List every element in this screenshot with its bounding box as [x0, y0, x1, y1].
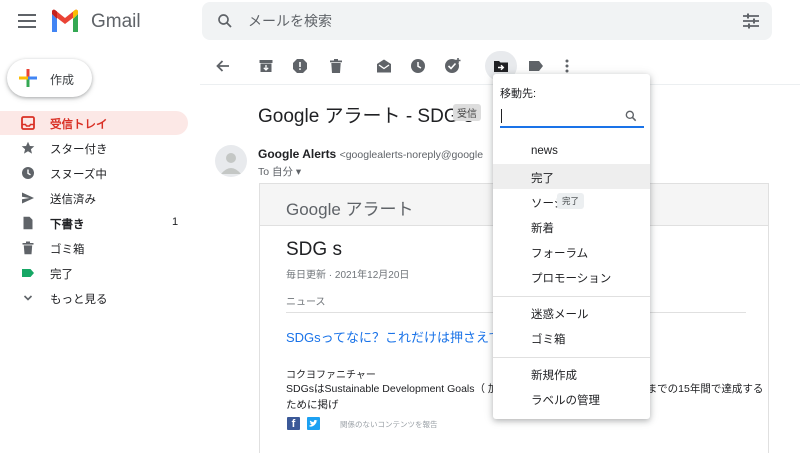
move-to-menu: 移動先: news 完了 ソーシ 新着 フォーラム プロモーション 迷惑メール …: [493, 74, 650, 419]
menu-item-create-new[interactable]: 新規作成: [493, 361, 650, 386]
email-subject: Google アラート - SDG s: [258, 106, 474, 127]
sidebar-item-label: ゴミ箱: [50, 244, 85, 256]
tooltip: 完了: [557, 193, 585, 209]
delete-icon[interactable]: [326, 56, 346, 76]
menu-item-news[interactable]: news: [493, 139, 650, 164]
add-task-icon[interactable]: [443, 56, 463, 76]
menu-item-label: 完了: [531, 173, 554, 185]
menu-item-promotions[interactable]: プロモーション: [493, 264, 650, 289]
menu-item-manage-labels[interactable]: ラベルの管理: [493, 386, 650, 411]
alert-title: SDG s: [286, 239, 342, 260]
menu-item-spam[interactable]: 迷惑メール: [493, 300, 650, 325]
sidebar-item-label: 受信トレイ: [50, 119, 108, 131]
sidebar-item-label: 下書き: [50, 219, 85, 231]
menu-icon[interactable]: [18, 14, 36, 28]
sender-line: Google Alerts <googlealerts-noreply@goog…: [258, 147, 483, 161]
more-vert-icon[interactable]: [557, 56, 577, 76]
draft-count: 1: [172, 216, 179, 228]
search-icon[interactable]: [624, 109, 638, 123]
sender-name[interactable]: Google Alerts: [258, 147, 336, 161]
gmail-logo[interactable]: [50, 8, 80, 34]
menu-item-label: プロモーション: [531, 273, 612, 285]
sidebar-item-label: スター付き: [50, 144, 108, 156]
facebook-share-icon[interactable]: f: [287, 417, 300, 430]
label-icon[interactable]: [526, 56, 546, 76]
menu-divider: [493, 296, 650, 297]
send-icon: [22, 192, 34, 204]
inbox-icon: [21, 116, 35, 130]
twitter-share-icon[interactable]: [307, 417, 320, 430]
menu-title: 移動先:: [500, 88, 537, 100]
compose-label: 作成: [50, 73, 75, 87]
report-spam-icon[interactable]: [290, 56, 310, 76]
menu-item-label: 迷惑メール: [531, 309, 589, 321]
search-icon[interactable]: [216, 12, 234, 30]
move-to-icon[interactable]: [491, 56, 511, 76]
tune-icon[interactable]: [742, 13, 760, 29]
sidebar-item-label: 完了: [50, 269, 73, 281]
google-alerts-brand: Google アラート: [286, 200, 414, 219]
star-icon: [21, 141, 35, 154]
label-icon: [22, 269, 34, 277]
menu-item-done[interactable]: 完了: [493, 164, 650, 189]
to-recipients[interactable]: To 自分 ▾: [258, 164, 301, 179]
back-arrow-icon[interactable]: [213, 56, 233, 76]
top-bar: Gmail: [0, 0, 800, 44]
menu-item-label: ラベルの管理: [531, 395, 600, 407]
menu-item-label: ゴミ箱: [531, 334, 566, 346]
draft-icon: [23, 216, 33, 230]
menu-item-trash[interactable]: ゴミ箱: [493, 325, 650, 350]
chevron-down-icon: [23, 295, 33, 301]
plus-icon: [19, 69, 37, 87]
trash-icon: [22, 241, 34, 255]
alert-meta: 毎日更新 · 2021年12月20日: [286, 270, 410, 281]
search-bar[interactable]: [202, 2, 772, 40]
archive-icon[interactable]: [256, 56, 276, 76]
report-irrelevant-link[interactable]: 関係のないコンテンツを報告: [340, 419, 438, 430]
app-name: Gmail: [91, 11, 141, 32]
text-caret: [501, 109, 502, 123]
search-input[interactable]: [248, 11, 688, 31]
menu-item-forums[interactable]: フォーラム: [493, 239, 650, 264]
snooze-icon[interactable]: [408, 56, 428, 76]
menu-item-updates[interactable]: 新着: [493, 214, 650, 239]
article-source: コクヨファニチャー: [286, 370, 376, 381]
menu-item-label: 新規作成: [531, 370, 577, 382]
menu-divider: [493, 357, 650, 358]
menu-item-label: news: [531, 145, 558, 157]
sidebar-item-label: もっと見る: [50, 294, 108, 306]
menu-item-label: 新着: [531, 223, 554, 235]
section-label: ニュース: [286, 297, 326, 308]
compose-button[interactable]: 作成: [7, 59, 92, 97]
clock-icon: [22, 167, 34, 179]
sidebar-item-inbox[interactable]: 受信トレイ: [0, 111, 188, 135]
sidebar-item-label: 送信済み: [50, 194, 96, 206]
sidebar-item-label: スヌーズ中: [50, 169, 107, 181]
inbox-tag[interactable]: 受信: [453, 104, 481, 121]
folder-filter-input[interactable]: [500, 106, 644, 128]
sender-email: <googlealerts-noreply@google: [339, 149, 484, 161]
mark-unread-icon[interactable]: [374, 56, 394, 76]
avatar[interactable]: [215, 145, 247, 177]
menu-item-label: フォーラム: [531, 248, 589, 260]
